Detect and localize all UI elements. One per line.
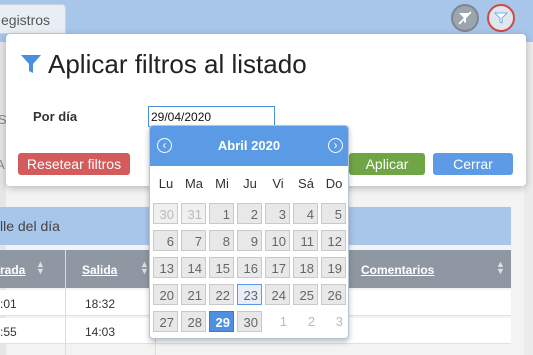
date-picker: ‹ Abril 2020 › Lu Ma Mi Ju Vi Sá Do 30 31 1 2 3 4 5 6…	[149, 125, 349, 339]
calendar-day[interactable]: 17	[265, 257, 290, 278]
tab-registros[interactable]: egistros	[0, 4, 66, 34]
calendar-day[interactable]: 27	[153, 311, 178, 332]
calendar-day[interactable]: 19	[321, 257, 346, 278]
reset-filters-button[interactable]: Resetear filtros	[18, 153, 130, 175]
column-divider	[65, 250, 66, 355]
calendar-day[interactable]: 30	[237, 311, 262, 332]
calendar-day[interactable]: 23	[237, 284, 262, 305]
sort-icon[interactable]: ▲ ▼	[496, 260, 505, 276]
cell-entrada: :01	[0, 297, 17, 311]
calendar-day[interactable]: 20	[153, 284, 178, 305]
calendar-day[interactable]: 22	[209, 284, 234, 305]
calendar-day[interactable]: 14	[181, 257, 206, 278]
weekday-label: Vi	[272, 176, 284, 191]
panel-title: lle del día	[0, 218, 60, 234]
calendar-day[interactable]: 10	[265, 230, 290, 251]
sort-icon[interactable]: ▲ ▼	[140, 260, 149, 276]
calendar-day[interactable]: 8	[209, 230, 234, 251]
close-button[interactable]: Cerrar	[433, 153, 513, 175]
calendar-day[interactable]: 9	[237, 230, 262, 251]
column-entrada[interactable]: rada	[0, 263, 25, 277]
calendar-day[interactable]: 2	[293, 311, 318, 332]
calendar-day[interactable]: 28	[181, 311, 206, 332]
cell-salida: 18:32	[85, 297, 116, 311]
modal-header: Aplicar filtros al listado	[20, 47, 307, 81]
filter-off-icon	[458, 11, 472, 25]
sort-icon[interactable]: ▲ ▼	[36, 260, 45, 276]
calendar-day[interactable]: 7	[181, 230, 206, 251]
apply-button[interactable]: Aplicar	[349, 153, 425, 175]
calendar-day[interactable]: 29	[209, 311, 234, 332]
column-comentarios[interactable]: Comentarios	[361, 263, 434, 277]
date-field[interactable]	[148, 106, 275, 127]
calendar-day[interactable]: 11	[293, 230, 318, 251]
calendar-day[interactable]: 1	[265, 311, 290, 332]
calendar-day[interactable]: 13	[153, 257, 178, 278]
next-month-icon[interactable]: ›	[328, 138, 343, 153]
weekday-label: Do	[325, 176, 343, 191]
calendar-day[interactable]: 12	[321, 230, 346, 251]
cell-entrada: :55	[0, 325, 17, 339]
calendar-day[interactable]: 3	[321, 311, 346, 332]
calendar-day[interactable]: 25	[293, 284, 318, 305]
calendar-day[interactable]: 18	[293, 257, 318, 278]
filter-icon	[494, 12, 508, 24]
calendar-day[interactable]: 3	[265, 203, 290, 224]
weekday-label: Mi	[215, 176, 229, 191]
modal-title: Aplicar filtros al listado	[48, 48, 307, 79]
date-picker-header: ‹ Abril 2020 ›	[150, 126, 348, 166]
calendar-day[interactable]: 24	[265, 284, 290, 305]
calendar-day[interactable]: 2	[237, 203, 262, 224]
calendar-day[interactable]: 21	[181, 284, 206, 305]
calendar-day[interactable]: 6	[153, 230, 178, 251]
clear-filter-button[interactable]	[451, 4, 479, 32]
weekday-label: Ma	[184, 176, 204, 191]
calendar-day[interactable]: 26	[321, 284, 346, 305]
calendar-day[interactable]: 5	[321, 203, 346, 224]
date-field-label: Por día	[33, 109, 78, 124]
column-salida[interactable]: Salida	[82, 263, 117, 277]
calendar-day[interactable]: 30	[153, 203, 178, 224]
weekday-label: Ju	[243, 176, 257, 191]
weekday-label: Sá	[298, 176, 314, 191]
calendar-day[interactable]: 15	[209, 257, 234, 278]
filter-icon	[21, 55, 41, 73]
cell-salida: 14:03	[85, 325, 116, 339]
calendar-day[interactable]: 4	[293, 203, 318, 224]
calendar-day[interactable]: 31	[181, 203, 206, 224]
filter-button[interactable]	[487, 4, 515, 32]
calendar-day[interactable]: 1	[209, 203, 234, 224]
weekday-label: Lu	[158, 176, 174, 191]
month-title: Abril 2020	[217, 138, 281, 153]
calendar-day[interactable]: 16	[237, 257, 262, 278]
